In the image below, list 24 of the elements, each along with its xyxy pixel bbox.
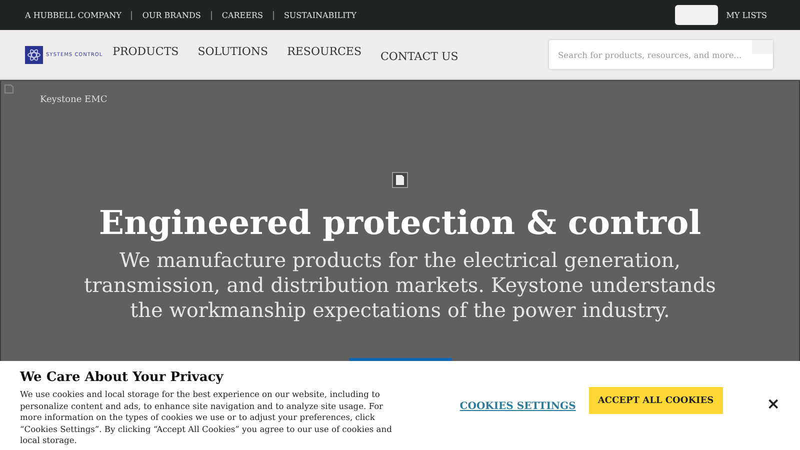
search-field[interactable]: Search for products, resources, and more... — [549, 40, 773, 69]
broken-image-icon — [392, 172, 408, 188]
top-link[interactable]: OUR BRANDS — [142, 10, 201, 20]
close-button[interactable]: × — [766, 394, 780, 413]
cookies-settings-link[interactable]: COOKIES SETTINGS — [460, 401, 576, 412]
hero-eyebrow: Keystone EMC — [40, 95, 108, 105]
search-button[interactable] — [752, 40, 773, 54]
nav-link[interactable]: RESOURCES — [287, 44, 362, 62]
atom-logo-icon — [25, 46, 43, 64]
account-button[interactable] — [675, 5, 718, 25]
my-lists-link[interactable]: MY LISTS — [726, 10, 767, 20]
broken-image-icon — [4, 84, 14, 94]
hero-title: Engineered protection & control — [98, 203, 702, 242]
banner-title: We Care About Your Privacy — [20, 370, 224, 385]
nav-link[interactable]: PRODUCTS — [112, 44, 179, 62]
nav-link[interactable]: CONTACT US — [380, 50, 458, 62]
top-link[interactable]: SUSTAINABILITY — [284, 10, 356, 20]
nav-link[interactable]: SOLUTIONS — [198, 44, 268, 62]
banner-text: We use cookies and local storage for the best experience on our website, including to personalize content and ads, to enhance site navigation and to analyze site usage. For more information on the types of cookies we use or to adjust your preferences, click “Cookies Settings”. By clicking “Accept All Cookies” you agree to our use of cookies and local storage. — [20, 389, 393, 447]
accept-cookies-button[interactable]: ACCEPT ALL COOKIES — [588, 387, 723, 414]
top-link[interactable]: A HUBBELL COMPANY — [25, 10, 122, 20]
top-link[interactable]: CAREERS — [222, 10, 263, 20]
hero-subtitle: We manufacture products for the electrical generation, transmission, and distribution markets. Keystone understands the workmanship expectations of the power industry. — [83, 248, 717, 323]
hero-button[interactable] — [348, 358, 452, 361]
